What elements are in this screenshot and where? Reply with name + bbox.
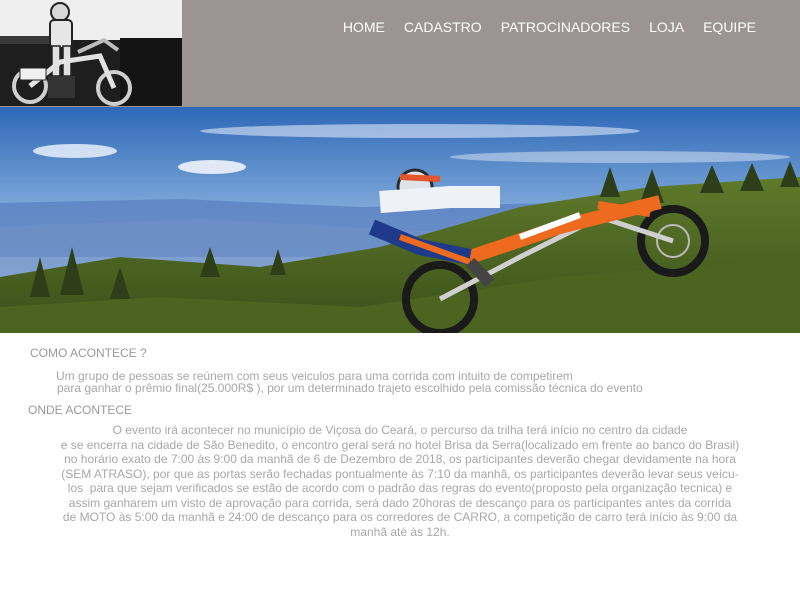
paragraph-line: de MOTO às 5:00 da manhã e 24:00 de desc… [62,510,738,524]
paragraph-line: O evento irá acontecer no município de V… [112,423,688,437]
hero-banner [0,107,800,333]
nav-loja[interactable]: LOJA [649,18,684,36]
nav-home[interactable]: HOME [343,18,385,36]
paragraph-line: e se encerra na cidade de São Benedito, … [60,437,740,452]
main-nav: HOME CADASTRO PATROCINADORES LOJA EQUIPE [343,18,756,36]
site-header: HOME CADASTRO PATROCINADORES LOJA EQUIPE [0,0,800,107]
section-title-como: COMO ACONTECE ? [30,346,147,360]
nav-cadastro[interactable]: CADASTRO [404,18,482,36]
motocross-hero-image [0,107,800,333]
motocross-rider-logo [0,0,182,106]
paragraph-line: no horário exato de 7:00 às 9:00 da manh… [64,452,736,466]
paragraph-line: manhã até às 12h. [350,524,450,539]
section-title-onde: ONDE ACONTECE [28,403,133,417]
paragraph-line: assim ganharem um visto de aprovação par… [68,495,732,510]
onde-paragraph: O evento irá acontecer no município de V… [20,423,780,539]
paragraph-line: (SEM ATRASO), por que as portas serão fe… [61,466,739,481]
nav-patrocinadores[interactable]: PATROCINADORES [501,18,630,36]
paragraph-line: para ganhar o prêmio final(25.000R$ ), p… [57,381,643,395]
nav-equipe[interactable]: EQUIPE [703,18,756,36]
paragraph-line: los para que sejam verificados se estão … [67,481,733,495]
logo[interactable] [0,0,182,106]
